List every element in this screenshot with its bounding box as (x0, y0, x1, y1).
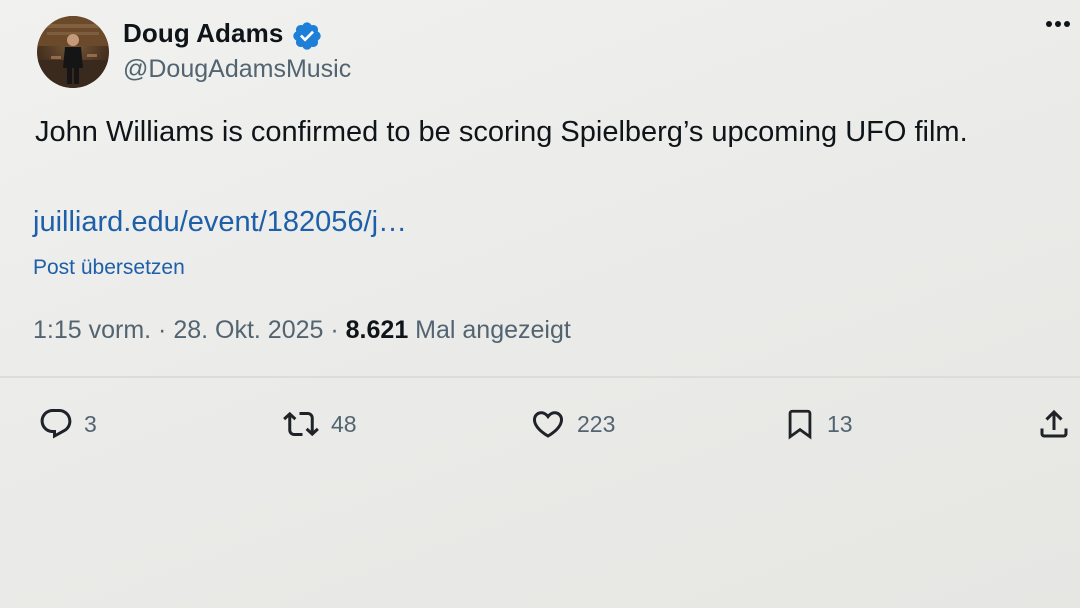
author-display-name[interactable]: Doug Adams (123, 16, 283, 50)
heart-icon (532, 411, 564, 438)
post-detail-view: Doug Adams @DougAdamsMusic John Williams… (0, 0, 1080, 608)
post-time[interactable]: 1:15 vorm. (33, 316, 151, 344)
bookmark-count: 13 (827, 410, 853, 437)
repost-count: 48 (331, 410, 357, 437)
repost-icon (283, 411, 319, 437)
reply-icon (40, 409, 72, 439)
post-text: John Williams is confirmed to be scoring… (35, 116, 968, 148)
meta-separator: · (151, 316, 174, 344)
verified-badge-icon (293, 22, 321, 50)
post-metadata: 1:15 vorm. · 28. Okt. 2025 · 8.621 Mal a… (33, 314, 571, 346)
share-icon (1040, 409, 1068, 438)
like-button[interactable]: 223 (529, 404, 615, 444)
meta-separator: · (323, 316, 346, 344)
bookmark-icon (788, 409, 812, 440)
reply-button[interactable]: 3 (38, 404, 97, 444)
like-count: 223 (577, 410, 616, 437)
author-handle[interactable]: @DougAdamsMusic (123, 54, 351, 84)
share-button[interactable] (1036, 404, 1072, 444)
views-label: Mal angezeigt (408, 316, 571, 344)
repost-button[interactable]: 48 (281, 404, 357, 444)
avatar-image (37, 16, 109, 88)
post-link[interactable]: juilliard.edu/event/182056/j… (33, 202, 407, 242)
reply-count: 3 (84, 410, 97, 437)
views-count: 8.621 (345, 316, 409, 344)
divider (0, 376, 1080, 378)
avatar[interactable] (37, 16, 109, 88)
more-horizontal-icon[interactable] (1040, 10, 1076, 38)
translate-post-link[interactable]: Post übersetzen (33, 254, 185, 282)
bookmark-button[interactable]: 13 (783, 404, 853, 444)
post-date[interactable]: 28. Okt. 2025 (173, 316, 323, 344)
